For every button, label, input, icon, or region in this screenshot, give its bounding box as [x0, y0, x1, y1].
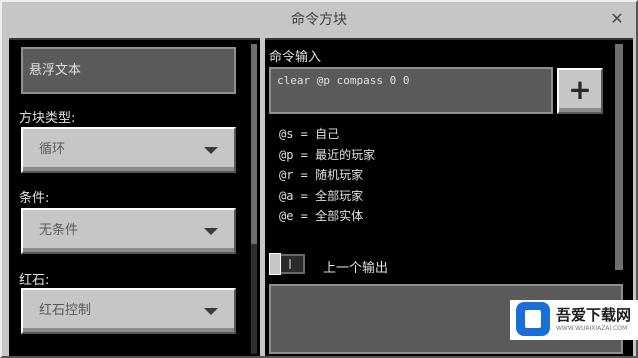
watermark-url: WWW.WUAIXIAZAI.COM: [556, 325, 628, 332]
block-type-dropdown[interactable]: 循环: [21, 127, 236, 173]
left-scrollbar-thumb[interactable]: [251, 44, 257, 244]
chevron-down-icon: [204, 147, 218, 154]
add-button[interactable]: +: [557, 68, 603, 114]
watermark-brand: 吾爱下载网: [556, 306, 632, 324]
list-item: @r = 随机玩家: [279, 168, 364, 182]
toggle-knob[interactable]: [269, 253, 281, 275]
block-type-value: 循环: [39, 142, 66, 157]
chevron-down-icon: [204, 308, 218, 315]
plus-icon: +: [568, 73, 592, 106]
previous-output-toggle[interactable]: [269, 253, 305, 275]
hover-text-field[interactable]: 悬浮文本: [21, 47, 236, 94]
watermark-logo: 吾爱下载网 WWW.WUAIXIAZAI.COM: [510, 300, 638, 340]
redstone-value: 红石控制: [39, 303, 92, 318]
command-block-window: 命令方块 ✕ 悬浮文本 方块类型: 循环 条件: 无条件 红石: 红石控制 命令…: [0, 0, 638, 358]
chevron-down-icon: [204, 228, 218, 235]
window-title: 命令方块: [291, 12, 347, 28]
condition-dropdown[interactable]: 无条件: [21, 208, 236, 254]
block-type-label: 方块类型:: [19, 111, 76, 126]
redstone-label: 红石:: [19, 273, 50, 288]
condition-value: 无条件: [39, 223, 79, 238]
right-scrollbar[interactable]: [615, 44, 623, 270]
selector-help-list: @s = 自己 @p = 最近的玩家 @r = 随机玩家 @a = 全部玩家 @…: [279, 124, 375, 227]
condition-label: 条件:: [19, 191, 50, 206]
toggle-mark: [289, 259, 291, 269]
previous-output-label: 上一个输出: [323, 261, 389, 276]
brand-logo-icon: [516, 302, 550, 336]
list-item: @a = 全部玩家: [279, 188, 364, 203]
command-input[interactable]: clear @p compass 0 0: [269, 67, 553, 114]
list-item: @e = 全部实体: [279, 209, 364, 223]
list-item: @s = 自己: [279, 127, 340, 141]
redstone-dropdown[interactable]: 红石控制: [21, 288, 236, 334]
settings-panel: 悬浮文本 方块类型: 循环 条件: 无条件 红石: 红石控制: [9, 38, 260, 356]
left-scrollbar-track[interactable]: [251, 244, 257, 354]
close-icon[interactable]: ✕: [608, 10, 626, 28]
command-input-label: 命令输入: [269, 50, 322, 65]
list-item: @p = 最近的玩家: [279, 147, 376, 162]
